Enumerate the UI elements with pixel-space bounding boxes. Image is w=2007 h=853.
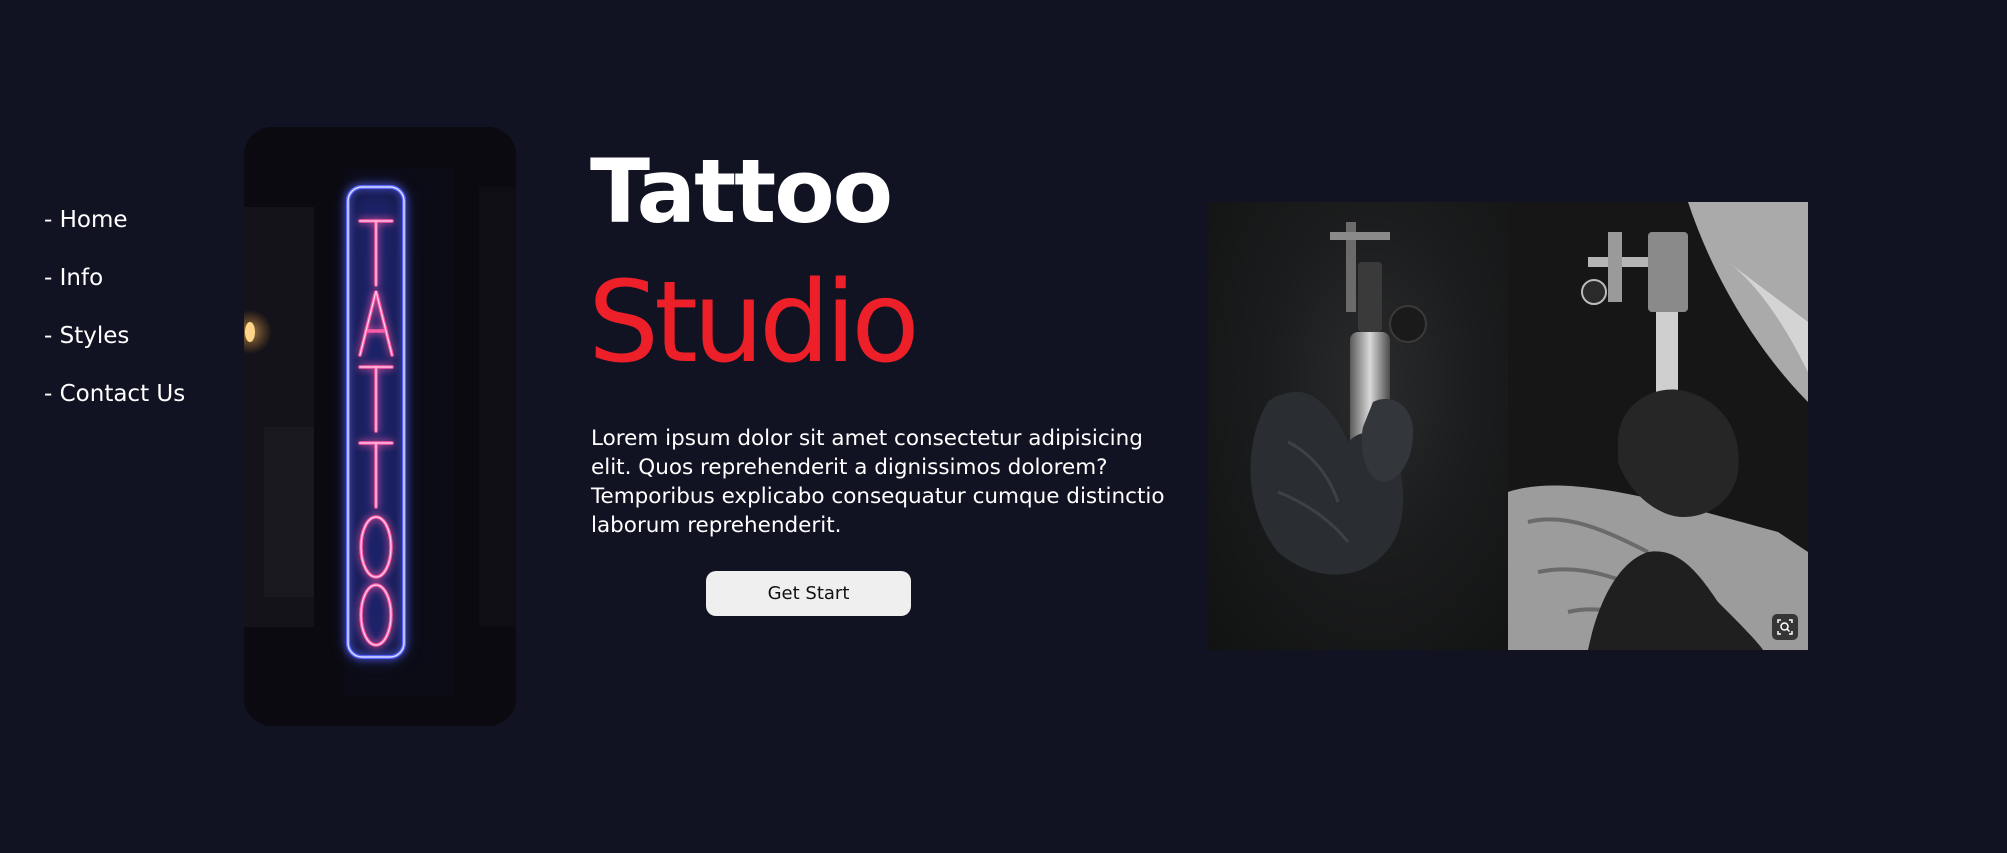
nav-item-home[interactable]: - Home — [44, 205, 185, 235]
nav-item-info[interactable]: - Info — [44, 263, 185, 293]
neon-sign-image — [244, 127, 516, 726]
tattoo-artist-photo-right — [1508, 202, 1808, 650]
hero-description: Lorem ipsum dolor sit amet consectetur a… — [591, 426, 1165, 538]
tattoo-machine-photo-left — [1208, 202, 1508, 650]
hero-title-line2: Studio — [588, 258, 920, 388]
zoom-icon[interactable] — [1772, 614, 1798, 640]
sidebar-nav: - Home - Info - Styles - Contact Us — [44, 205, 185, 437]
get-start-button[interactable]: Get Start — [706, 571, 911, 616]
nav-item-contact-us[interactable]: - Contact Us — [44, 379, 185, 409]
hero-title-line1: Tattoo — [590, 140, 893, 243]
nav-item-styles[interactable]: - Styles — [44, 321, 185, 351]
